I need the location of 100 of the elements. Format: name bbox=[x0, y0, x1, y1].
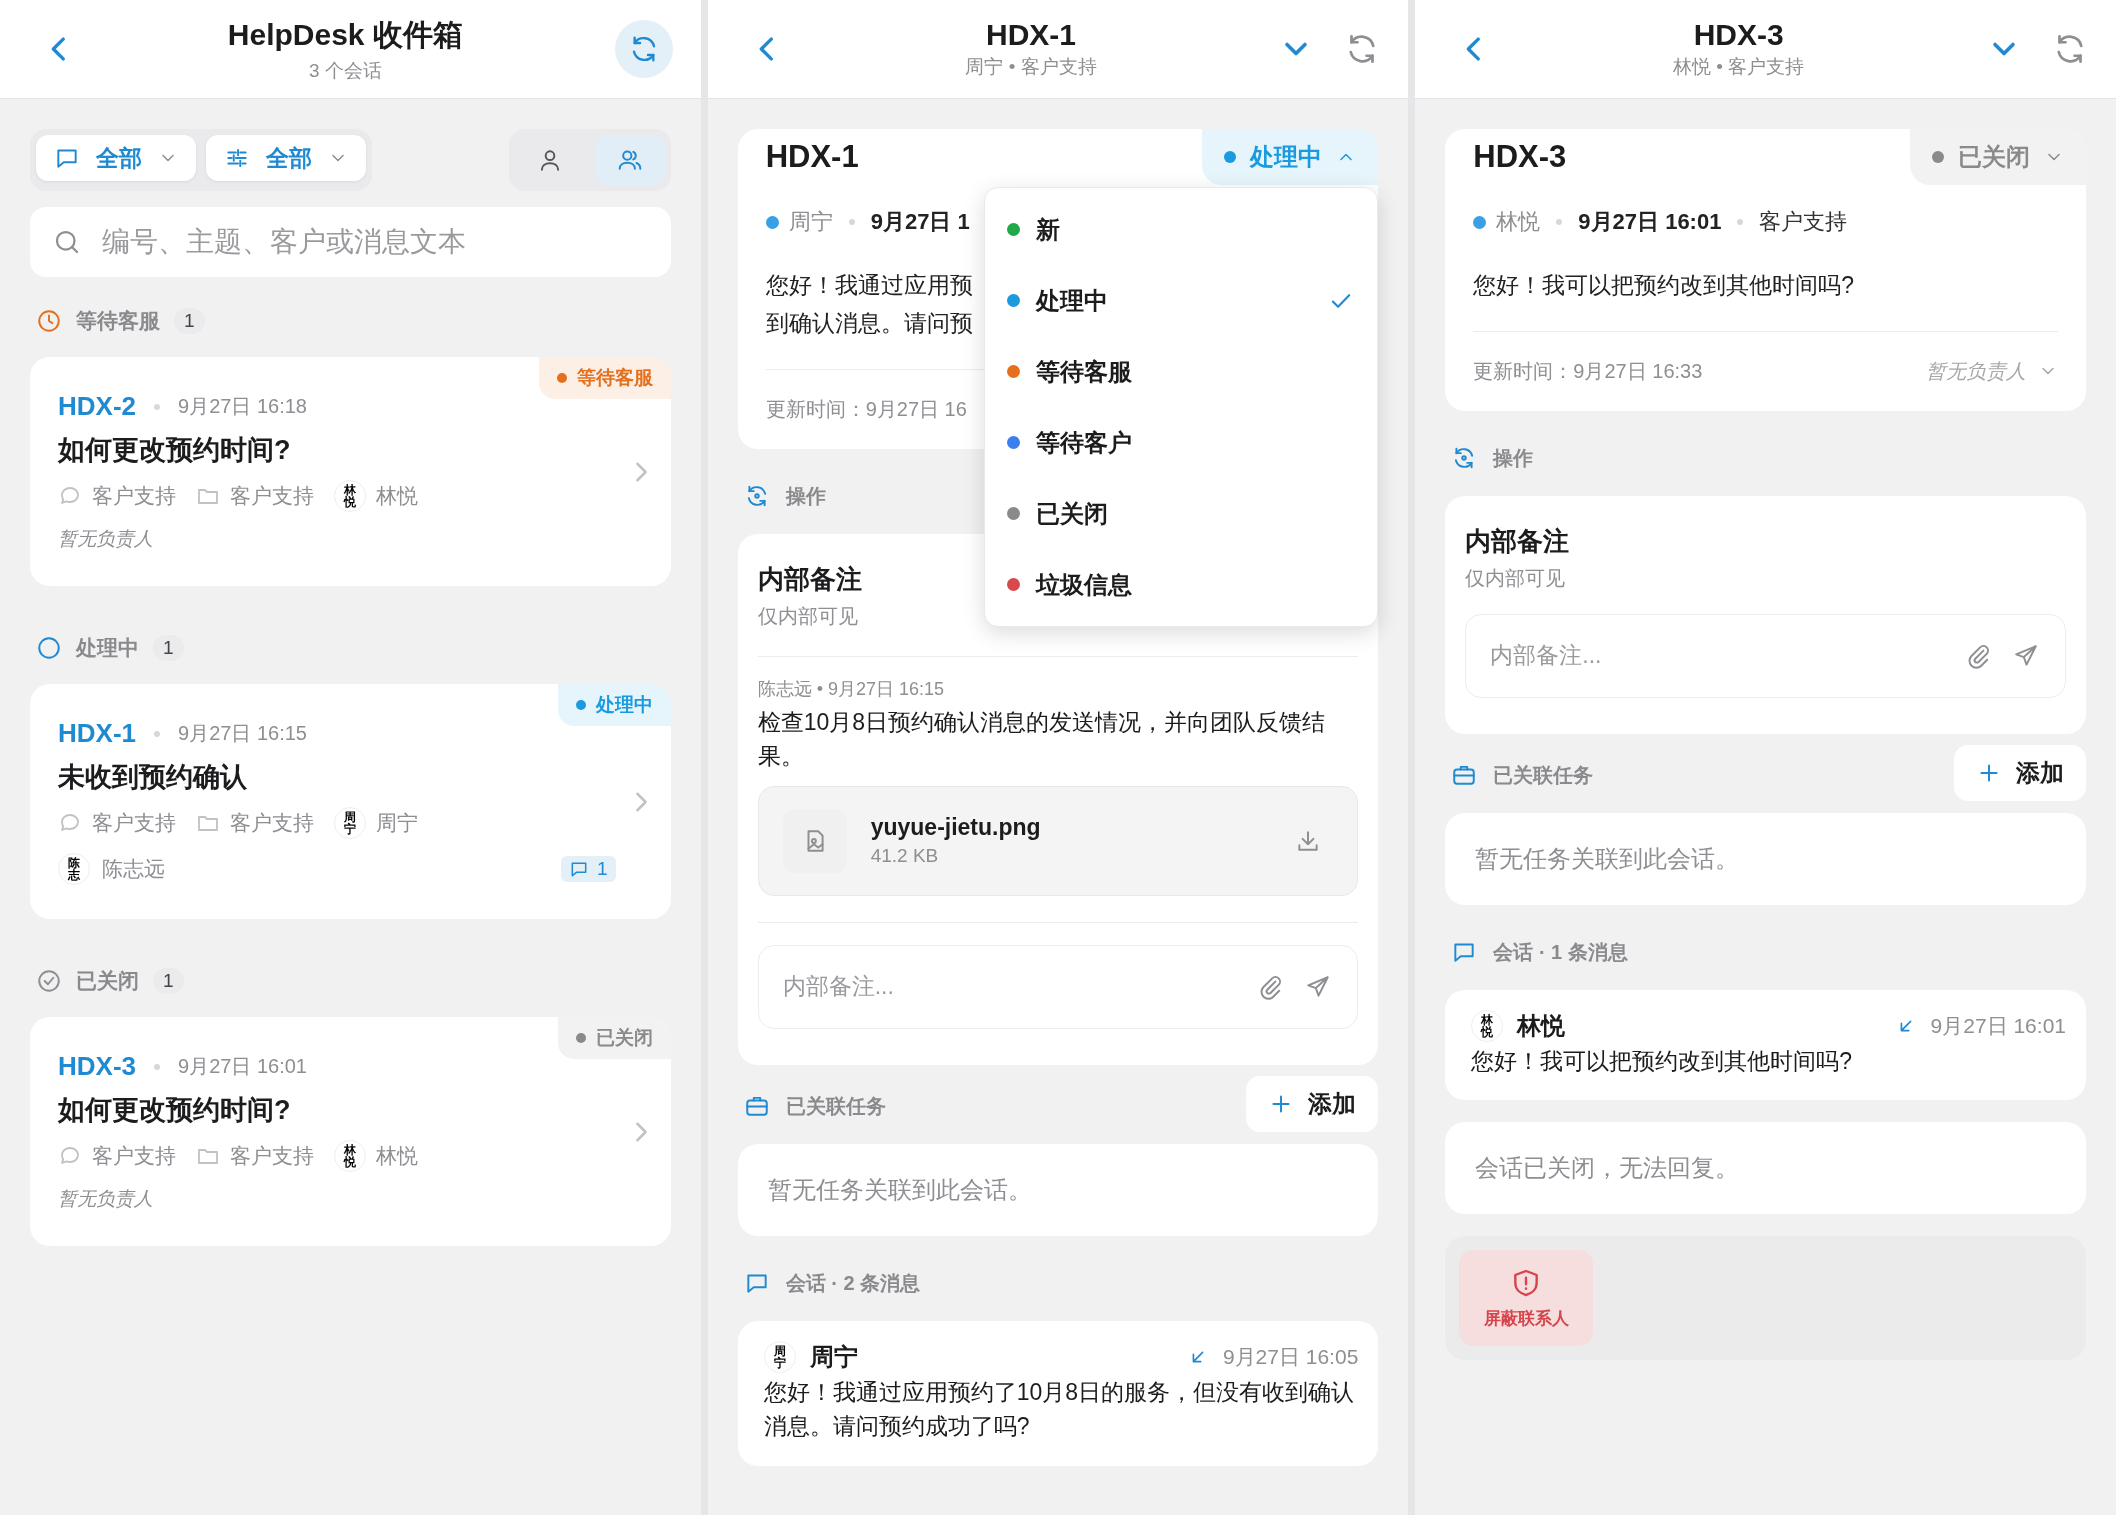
card-subtitle: 仅内部可见 bbox=[1465, 565, 1566, 591]
ticket-subject: 未收到预约确认 bbox=[58, 761, 248, 794]
check-circle-icon bbox=[36, 968, 62, 994]
count-badge: 1 bbox=[153, 635, 184, 661]
note-meta: 陈志远 • 9月27日 16:15 bbox=[757, 677, 946, 701]
status-label: 已关闭 bbox=[1958, 142, 2030, 172]
message-text: 您好！我可以把预约改到其他时间吗? bbox=[1473, 271, 1855, 300]
menu-item[interactable]: 已关闭 bbox=[985, 478, 1378, 549]
ticket-id: HDX-3 bbox=[1473, 138, 1567, 176]
card-title: 内部备注 bbox=[757, 562, 862, 596]
status-label: 已关闭 bbox=[595, 1026, 653, 1050]
section-title: 会话 · 2 条消息 bbox=[785, 1270, 921, 1296]
window-subtitle: 林悦 • 客户支持 bbox=[1673, 55, 1805, 79]
sender-name: 林悦 bbox=[1517, 1010, 1567, 1041]
send-icon[interactable] bbox=[2013, 642, 2039, 669]
inbox-label: 客户支持 bbox=[230, 483, 314, 509]
assignee-label: 暂无负责人 bbox=[58, 527, 153, 551]
ticket-card[interactable]: 等待客服 HDX-2 9月27日 16:18 如何更改预约时间? 客户支持 客户支持 林悦 林悦 暂无负责人 bbox=[30, 357, 671, 586]
menu-item[interactable]: 处理中 bbox=[985, 265, 1378, 336]
channel-label: 客户支持 bbox=[92, 483, 176, 509]
menu-item-label: 已关闭 bbox=[1036, 498, 1110, 529]
separator-dot bbox=[1737, 219, 1744, 225]
window-title: HelpDesk 收件箱 bbox=[227, 16, 463, 53]
clock-icon bbox=[36, 308, 62, 334]
message-text: 您好！我通过应用预约了10月8日的服务，但没有收到确认消息。请问预约成功了吗? bbox=[763, 1377, 1356, 1442]
team-tickets-button[interactable] bbox=[594, 135, 665, 185]
customer-name: 周宁 bbox=[376, 810, 418, 836]
search-bar[interactable]: 编号、主题、客户或消息文本 bbox=[30, 207, 671, 277]
count-badge: 1 bbox=[153, 968, 184, 994]
message-time: 9月27日 16:01 bbox=[1930, 1012, 2066, 1039]
note-input-field[interactable]: 内部备注... bbox=[1488, 641, 1943, 671]
menu-item[interactable]: 垃圾信息 bbox=[985, 549, 1378, 620]
ticket-card[interactable]: 已关闭 HDX-3 9月27日 16:01 如何更改预约时间? 客户支持 客户支持 林悦 林悦 暂无负责人 bbox=[30, 1017, 671, 1246]
separator-dot bbox=[1556, 219, 1563, 225]
chevron-right-icon bbox=[635, 461, 647, 482]
avatar: 陈志 bbox=[58, 853, 90, 885]
window-subtitle: 3 个会话 bbox=[308, 58, 382, 83]
ticket-time: 9月27日 16:18 bbox=[178, 394, 307, 419]
ticket-subject: 如何更改预约时间? bbox=[58, 434, 292, 467]
group-title: 等待客服 bbox=[76, 308, 160, 334]
group-title: 处理中 bbox=[76, 635, 139, 661]
customer-name: 林悦 bbox=[376, 483, 418, 509]
avatar: 林悦 bbox=[334, 1140, 366, 1172]
inbox-label: 客户支持 bbox=[230, 1143, 314, 1169]
assignee-label: 暂无负责人 bbox=[58, 1187, 153, 1211]
menu-item[interactable]: 等待客服 bbox=[985, 336, 1378, 407]
section-title: 操作 bbox=[785, 483, 826, 509]
ticket-card[interactable]: 处理中 HDX-1 9月27日 16:15 未收到预约确认 客户支持 客户支持 周宁 周宁 陈志 陈志远 1 bbox=[30, 684, 671, 919]
empty-state-card: 暂无任务关联到此会话。 bbox=[737, 1143, 1379, 1236]
channel-label: 客户支持 bbox=[1759, 208, 1848, 236]
note-composer[interactable]: 内部备注... bbox=[1465, 613, 2066, 698]
separator-dot bbox=[154, 1063, 160, 1070]
file-size: 41.2 KB bbox=[870, 845, 940, 868]
attachment-card[interactable]: yuyue-jietu.png 41.2 KB bbox=[757, 785, 1359, 896]
ticket-id: HDX-2 bbox=[58, 391, 136, 422]
channel-label: 客户支持 bbox=[92, 810, 176, 836]
menu-item-label: 新 bbox=[1036, 214, 1062, 245]
status-label: 处理中 bbox=[1250, 142, 1323, 172]
card-title: 内部备注 bbox=[1465, 524, 1570, 558]
note-composer[interactable]: 内部备注... bbox=[757, 944, 1359, 1029]
customer-name: 周宁 bbox=[788, 208, 833, 236]
avatar: 周宁 bbox=[763, 1340, 796, 1373]
avatar: 林悦 bbox=[334, 480, 366, 512]
file-name: yuyue-jietu.png bbox=[870, 814, 1042, 842]
assignee-name: 陈志远 bbox=[102, 856, 165, 882]
menu-item-label: 处理中 bbox=[1036, 285, 1110, 316]
avatar: 林悦 bbox=[1471, 1009, 1504, 1042]
section-title: 已关联任务 bbox=[785, 1093, 886, 1119]
message-text: 您好！我可以把预约改到其他时间吗? bbox=[1471, 1046, 1854, 1076]
send-icon[interactable] bbox=[1305, 973, 1332, 1000]
window-title: HDX-3 bbox=[1693, 18, 1784, 52]
menu-item[interactable]: 新 bbox=[985, 194, 1378, 265]
circle-icon bbox=[36, 635, 62, 661]
ticket-id: HDX-1 bbox=[765, 138, 859, 176]
chevron-right-icon bbox=[635, 1121, 647, 1142]
note-input-field[interactable]: 内部备注... bbox=[780, 972, 1236, 1002]
updated-time: 更新时间：9月27日 16:33 bbox=[1473, 358, 1703, 384]
empty-state-card: 暂无任务关联到此会话。 bbox=[1445, 812, 2086, 905]
customer-name: 林悦 bbox=[376, 1143, 418, 1169]
attribute-filter-button[interactable]: 全部 bbox=[206, 135, 366, 181]
add-button[interactable]: 添加 bbox=[1954, 745, 2086, 802]
updated-time: 更新时间：9月27日 16 bbox=[765, 396, 967, 422]
status-label: 等待客服 bbox=[576, 366, 653, 390]
ticket-id: HDX-1 bbox=[58, 718, 136, 749]
separator-dot bbox=[848, 219, 855, 225]
menu-item-label: 垃圾信息 bbox=[1036, 569, 1134, 600]
channel-filter-button[interactable]: 全部 bbox=[36, 135, 196, 181]
group-title: 已关闭 bbox=[76, 968, 139, 994]
add-button[interactable]: 添加 bbox=[1246, 1076, 1379, 1133]
separator-dot bbox=[154, 403, 160, 410]
window-title: HDX-1 bbox=[986, 18, 1076, 52]
status-label: 处理中 bbox=[595, 693, 653, 717]
sender-name: 周宁 bbox=[809, 1341, 859, 1372]
section-title: 已关联任务 bbox=[1493, 762, 1594, 788]
card-subtitle: 仅内部可见 bbox=[757, 603, 858, 629]
ticket-subject: 如何更改预约时间? bbox=[58, 1094, 292, 1127]
menu-item[interactable]: 等待客户 bbox=[985, 407, 1378, 478]
section-title: 操作 bbox=[1493, 445, 1534, 471]
search-field[interactable]: 编号、主题、客户或消息文本 bbox=[100, 225, 649, 259]
ticket-id: HDX-3 bbox=[58, 1051, 136, 1082]
